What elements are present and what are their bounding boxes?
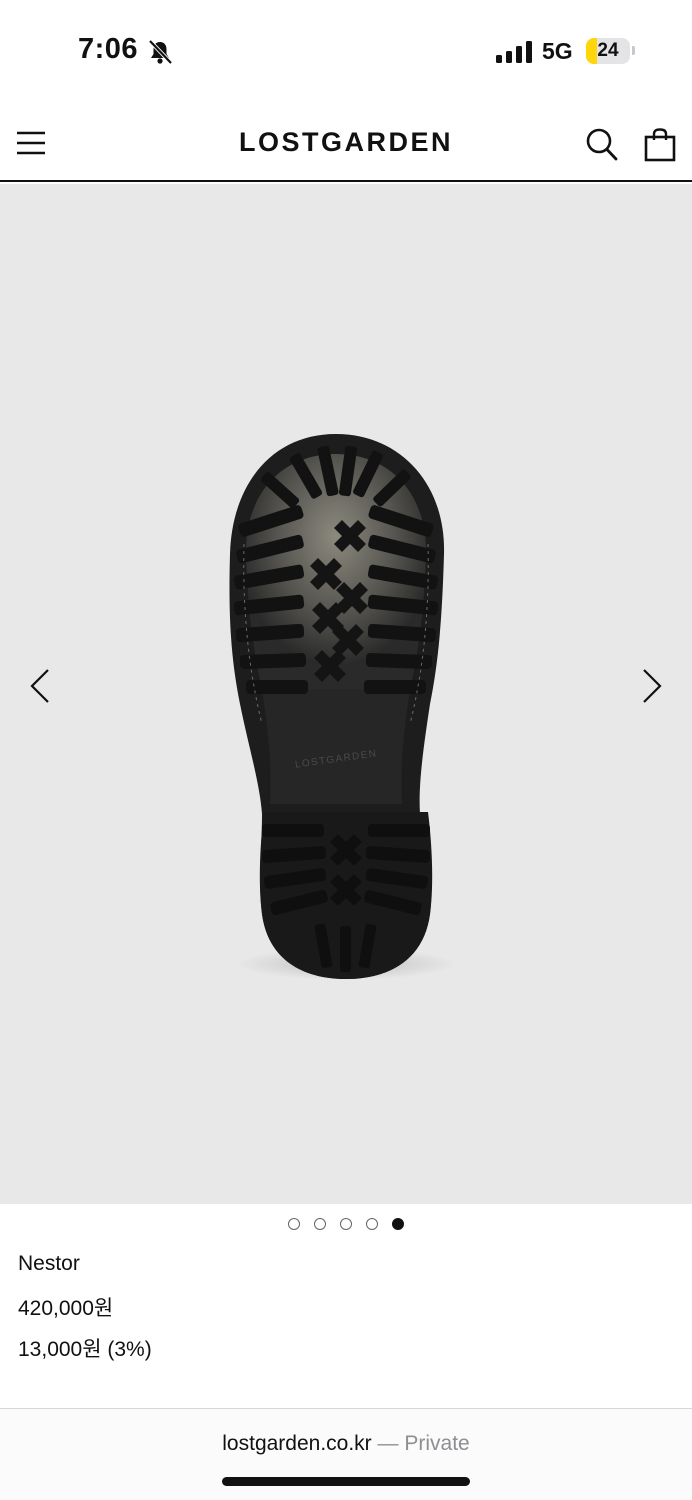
pagination-dot[interactable]	[314, 1218, 326, 1230]
product-image[interactable]: LOSTGARDEN	[0, 184, 692, 1204]
status-bar: 7:06 5G 24	[0, 0, 692, 100]
home-indicator[interactable]	[222, 1477, 470, 1486]
shopping-bag-icon[interactable]	[644, 128, 676, 162]
battery-icon: 24	[586, 38, 630, 64]
bell-slash-icon	[148, 39, 173, 65]
url-text[interactable]: lostgarden.co.kr — Private	[0, 1432, 692, 1456]
gallery-pagination	[0, 1218, 692, 1234]
browser-url-bar[interactable]: lostgarden.co.kr — Private	[0, 1408, 692, 1500]
battery-percent: 24	[597, 40, 619, 61]
network-label: 5G	[542, 38, 573, 64]
product-name: Nestor	[18, 1252, 80, 1275]
url-domain: lostgarden.co.kr	[222, 1432, 372, 1455]
next-image-button[interactable]	[636, 666, 666, 706]
battery-cap	[632, 46, 635, 55]
search-icon[interactable]	[586, 128, 618, 162]
previous-image-button[interactable]	[26, 666, 56, 706]
pagination-dot-active[interactable]	[392, 1218, 404, 1230]
status-time: 7:06	[78, 33, 139, 65]
site-header: LOSTGARDEN	[0, 104, 692, 182]
private-label: — Private	[371, 1432, 470, 1455]
pagination-dot[interactable]	[366, 1218, 378, 1230]
product-gallery[interactable]: LOSTGARDEN	[0, 184, 692, 1204]
pagination-dot[interactable]	[288, 1218, 300, 1230]
product-points: 13,000원 (3%)	[18, 1338, 152, 1361]
product-price: 420,000원	[18, 1297, 114, 1320]
pagination-dot[interactable]	[340, 1218, 352, 1230]
signal-icon	[496, 41, 532, 63]
